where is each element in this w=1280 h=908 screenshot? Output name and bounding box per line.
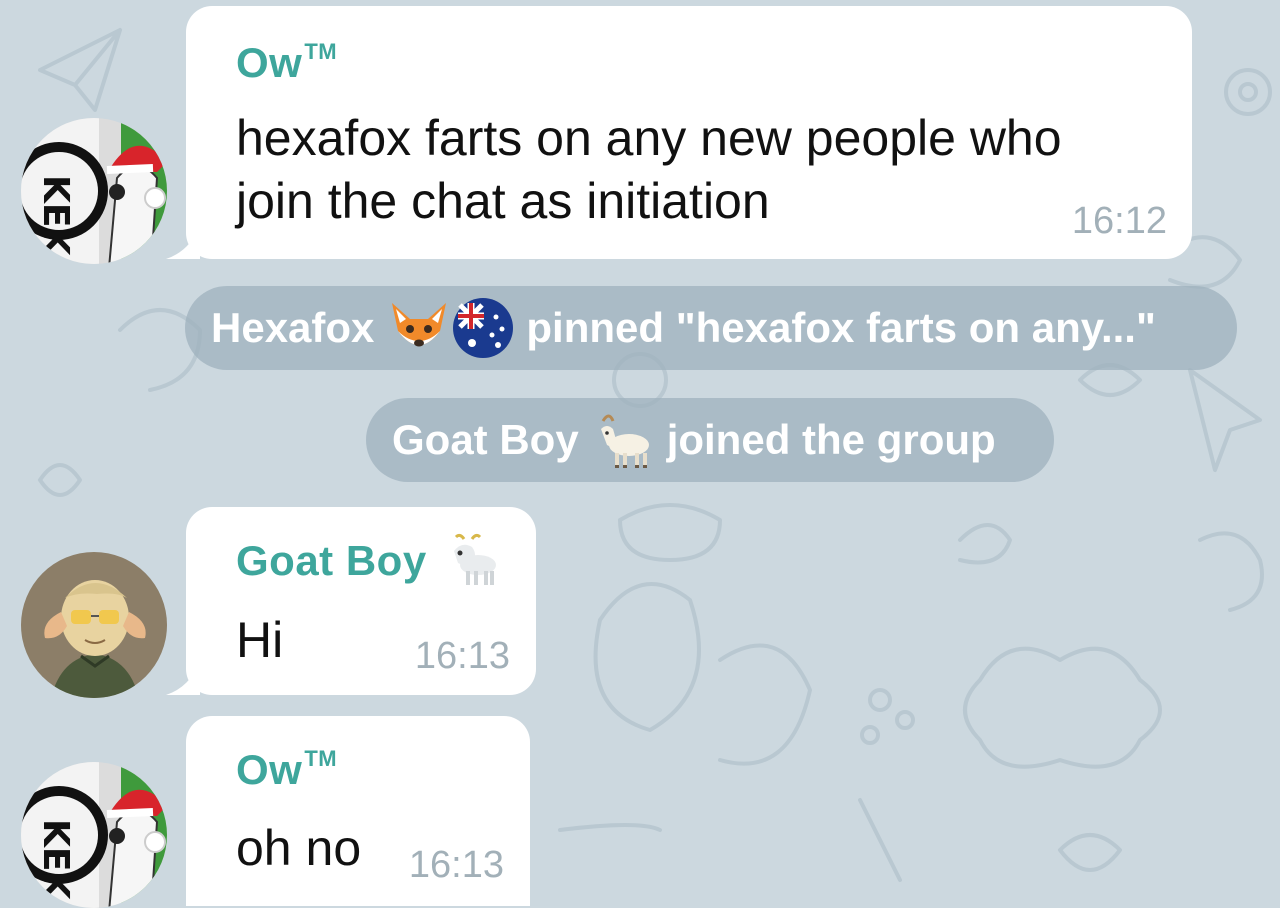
message-text-line: hexafox farts on any new people who	[236, 110, 1062, 166]
svg-text:KEK: KEK	[35, 819, 76, 900]
message-timestamp: 16:13	[414, 635, 510, 677]
australia-flag-icon	[452, 297, 514, 359]
sender-name[interactable]: OwTM	[236, 39, 337, 87]
trademark-mark: TM	[304, 746, 338, 771]
message-text-line: join the chat as initiation	[236, 173, 770, 229]
goat-icon	[593, 409, 655, 471]
fox-face-icon	[388, 297, 450, 359]
service-message-pinned[interactable]: Hexafox pinned "hexafox farts on any..."	[185, 286, 1237, 370]
message-timestamp: 16:13	[408, 844, 504, 886]
message-bubble[interactable]: Goat Boy Hi 16:13	[166, 507, 536, 695]
sender-name[interactable]: Goat Boy	[236, 537, 427, 585]
bubble-tail	[166, 225, 200, 259]
message-bubble[interactable]: OwTM hexafox farts on any new people who…	[166, 6, 1192, 259]
service-message-joined[interactable]: Goat Boy joined the group	[366, 398, 1054, 482]
trademark-mark: TM	[304, 39, 338, 64]
service-actor: Goat Boy	[392, 416, 579, 463]
message-text-line: oh no	[236, 820, 362, 876]
message-bubble[interactable]: OwTM oh no 16:13	[186, 716, 530, 906]
avatar-ow[interactable]: KEK	[21, 118, 167, 264]
goat-icon	[444, 531, 504, 596]
avatar-ow[interactable]: KEK	[21, 762, 167, 908]
svg-text:KEK: KEK	[35, 175, 76, 256]
avatar-goat-boy[interactable]	[21, 552, 167, 698]
service-action: joined the group	[666, 416, 996, 463]
service-actor: Hexafox	[211, 304, 375, 351]
message-timestamp: 16:12	[1071, 200, 1167, 242]
message-text-line: Hi	[236, 612, 284, 668]
bubble-tail	[166, 661, 200, 695]
sender-name[interactable]: OwTM	[236, 746, 337, 794]
service-action: pinned "hexafox farts on any..."	[526, 304, 1156, 351]
